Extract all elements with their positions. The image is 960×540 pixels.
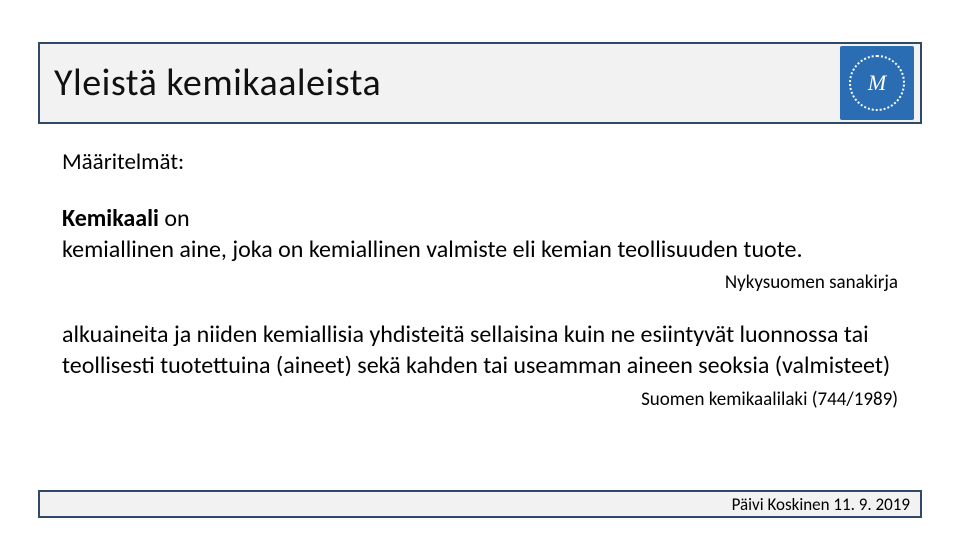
footer-text: Päivi Koskinen 11. 9. 2019	[732, 494, 910, 515]
slide-title: Yleistä kemikaaleista	[54, 60, 381, 106]
definition-1-body: kemiallinen aine, joka on kemiallinen va…	[62, 235, 803, 264]
title-bar: Yleistä kemikaaleista M	[38, 42, 922, 124]
subheading: Määritelmät:	[62, 148, 898, 176]
footer-bar: Päivi Koskinen 11. 9. 2019	[38, 490, 922, 518]
martat-logo: M	[840, 46, 914, 120]
content-area: Määritelmät: Kemikaali on kemiallinen ai…	[62, 148, 898, 411]
definition-2-body: alkuaineita ja niiden kemiallisia yhdist…	[62, 320, 890, 380]
definition-2: alkuaineita ja niiden kemiallisia yhdist…	[62, 320, 898, 381]
definition-2-source: Suomen kemikaalilaki (744/1989)	[62, 388, 898, 411]
slide: Yleistä kemikaaleista M Määritelmät: Kem…	[0, 0, 960, 540]
definition-1-term: Kemikaali	[62, 204, 159, 233]
martat-logo-initials: M	[849, 55, 905, 111]
definition-1-verb: on	[159, 204, 190, 233]
definition-1: Kemikaali on kemiallinen aine, joka on k…	[62, 204, 898, 265]
definition-1-source: Nykysuomen sanakirja	[62, 271, 898, 294]
